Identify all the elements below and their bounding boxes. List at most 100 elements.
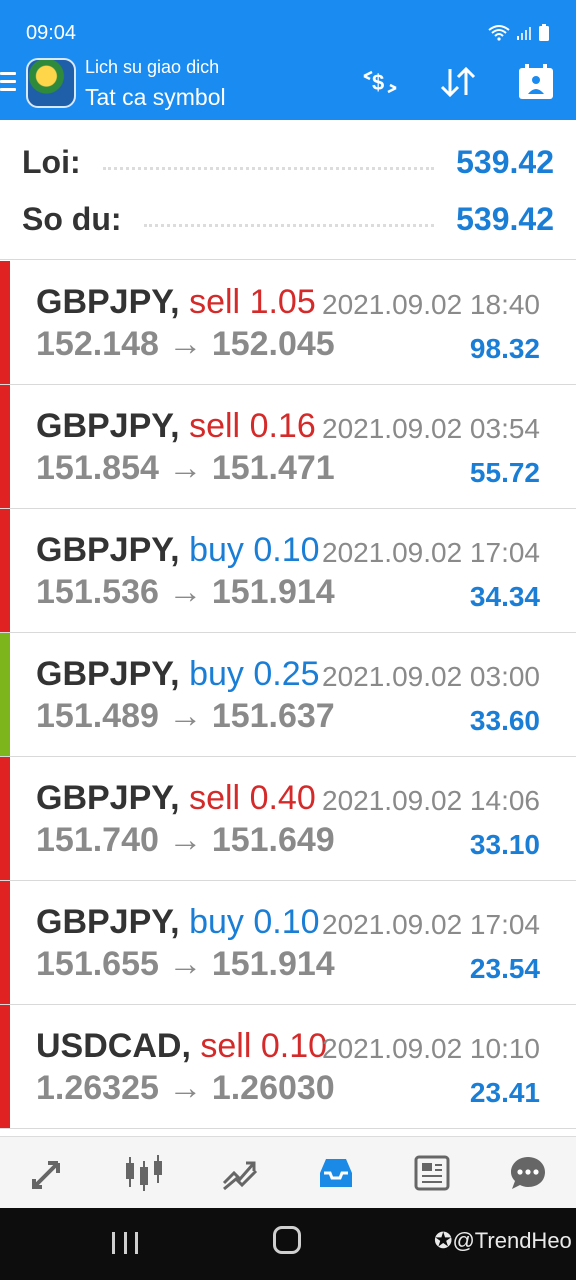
- trade-profit: 23.54: [469, 953, 540, 984]
- arrow-right-icon: →: [168, 821, 203, 859]
- trade-profit: 55.72: [469, 457, 540, 488]
- trade-row[interactable]: USDCAD, sell 0.10 2021.09.02 10:10 1.263…: [0, 1005, 576, 1129]
- header-title[interactable]: Tat ca symbol: [85, 84, 226, 111]
- trade-volume: 0.25: [253, 655, 320, 693]
- trade-volume: 0.16: [249, 407, 316, 445]
- trade-title: GBPJPY, sell 0.40: [36, 779, 316, 818]
- menu-icon[interactable]: [0, 72, 16, 94]
- summary-panel: Loi: 539.42 So du: 539.42: [0, 120, 576, 260]
- trade-profit: 98.32: [469, 333, 540, 364]
- quotes-arrows-icon: [32, 1160, 60, 1189]
- trade-symbol: GBPJPY,: [36, 655, 180, 693]
- balance-value: 539.42: [456, 200, 554, 237]
- trade-row[interactable]: GBPJPY, buy 0.10 2021.09.02 17:04 151.53…: [0, 509, 576, 633]
- trade-prices: 151.854 → 151.471: [36, 449, 335, 488]
- trade-prices: 151.536 → 151.914: [36, 573, 335, 612]
- system-navigation-bar: ✪@TrendHeo: [0, 1208, 576, 1280]
- trade-volume: 1.05: [249, 283, 316, 321]
- trade-symbol: GBPJPY,: [36, 903, 180, 941]
- trade-status-bar: [0, 633, 10, 756]
- trade-prices: 151.489 → 151.637: [36, 697, 335, 736]
- status-icons: [488, 24, 550, 42]
- open-price: 151.854: [36, 449, 159, 487]
- arrow-right-icon: →: [168, 697, 203, 735]
- weibo-icon: ✪: [434, 1228, 453, 1253]
- watermark: ✪@TrendHeo: [434, 1228, 572, 1254]
- trade-side: buy: [189, 655, 244, 693]
- open-price: 151.655: [36, 945, 159, 983]
- trade-status-bar: [0, 757, 10, 880]
- bottom-navigation: [0, 1136, 576, 1208]
- trade-status-bar: [0, 1005, 10, 1128]
- open-price: 151.489: [36, 697, 159, 735]
- trade-history-list[interactable]: GBPJPY, sell 1.05 2021.09.02 18:40 152.1…: [0, 261, 576, 1136]
- trade-status-bar: [0, 881, 10, 1004]
- trade-volume: 0.40: [249, 779, 316, 817]
- trade-volume: 0.10: [253, 903, 320, 941]
- trade-symbol: GBPJPY,: [36, 531, 180, 569]
- wifi-icon: [488, 25, 510, 41]
- open-price: 1.26325: [36, 1069, 159, 1107]
- trade-row[interactable]: GBPJPY, buy 0.10 2021.09.02 17:04 151.65…: [0, 881, 576, 1005]
- trade-row[interactable]: GBPJPY, sell 0.16 2021.09.02 03:54 151.8…: [0, 385, 576, 509]
- nav-history[interactable]: [306, 1143, 366, 1203]
- chat-icon: [511, 1156, 545, 1189]
- nav-quotes[interactable]: [18, 1143, 78, 1203]
- close-price: 151.471: [211, 449, 335, 487]
- home-button[interactable]: [273, 1226, 301, 1254]
- watermark-text: @TrendHeo: [452, 1228, 572, 1253]
- close-price: 151.914: [211, 573, 335, 611]
- status-time: 09:04: [26, 22, 77, 44]
- nav-chart[interactable]: [114, 1143, 174, 1203]
- close-price: 152.045: [211, 325, 335, 363]
- trade-symbol: GBPJPY,: [36, 283, 180, 321]
- trade-datetime: 2021.09.02 17:04: [322, 537, 540, 568]
- trade-status-bar: [0, 385, 10, 508]
- profit-value: 539.42: [456, 143, 554, 180]
- app-header: 09:04 Lich su giao dich Tat ca symbol $: [0, 0, 576, 120]
- trade-title: GBPJPY, buy 0.10: [36, 531, 320, 570]
- trade-symbol: USDCAD,: [36, 1027, 191, 1065]
- trade-status-bar: [0, 509, 10, 632]
- arrow-right-icon: →: [168, 945, 203, 983]
- sort-button[interactable]: [438, 62, 478, 102]
- trade-prices: 152.148 → 152.045: [36, 325, 335, 364]
- trade-prices: 151.740 → 151.649: [36, 821, 335, 860]
- trade-title: GBPJPY, sell 1.05: [36, 283, 316, 322]
- trade-profit: 33.10: [469, 829, 540, 860]
- open-price: 151.536: [36, 573, 159, 611]
- calendar-icon: [519, 64, 553, 99]
- trade-row[interactable]: GBPJPY, sell 1.05 2021.09.02 18:40 152.1…: [0, 261, 576, 385]
- deposit-withdraw-button[interactable]: $: [360, 62, 400, 102]
- nav-news[interactable]: [402, 1143, 462, 1203]
- nav-chat[interactable]: [498, 1143, 558, 1203]
- profit-label: Loi:: [22, 143, 81, 180]
- arrow-right-icon: →: [168, 1069, 203, 1107]
- trade-side: buy: [189, 531, 244, 569]
- calendar-button[interactable]: [516, 62, 556, 102]
- arrow-right-icon: →: [168, 573, 203, 611]
- trade-datetime: 2021.09.02 14:06: [322, 785, 540, 816]
- trade-row[interactable]: GBPJPY, buy 0.25 2021.09.02 03:00 151.48…: [0, 633, 576, 757]
- trade-prices: 1.26325 → 1.26030: [36, 1069, 335, 1108]
- trade-row[interactable]: GBPJPY, sell 0.40 2021.09.02 14:06 151.7…: [0, 757, 576, 881]
- trade-profit: 23.41: [469, 1077, 540, 1108]
- arrow-right-icon: →: [168, 325, 203, 363]
- recent-apps-button[interactable]: [112, 1232, 138, 1254]
- profit-row: Loi: 539.42: [22, 142, 554, 182]
- sort-arrows-icon: [440, 66, 476, 98]
- trade-title: GBPJPY, buy 0.25: [36, 655, 320, 694]
- news-icon: [414, 1155, 450, 1190]
- app-logo: [26, 58, 76, 108]
- trade-side: sell: [189, 779, 241, 817]
- trade-title: USDCAD, sell 0.10: [36, 1027, 327, 1066]
- trade-prices: 151.655 → 151.914: [36, 945, 335, 984]
- trade-title: GBPJPY, buy 0.10: [36, 903, 320, 942]
- open-price: 152.148: [36, 325, 159, 363]
- trade-symbol: GBPJPY,: [36, 407, 180, 445]
- nav-trade[interactable]: [210, 1143, 270, 1203]
- dollar-arrows-icon: $: [363, 70, 397, 95]
- dotted-leader: [143, 223, 435, 227]
- close-price: 151.637: [211, 697, 335, 735]
- trade-side: buy: [189, 903, 244, 941]
